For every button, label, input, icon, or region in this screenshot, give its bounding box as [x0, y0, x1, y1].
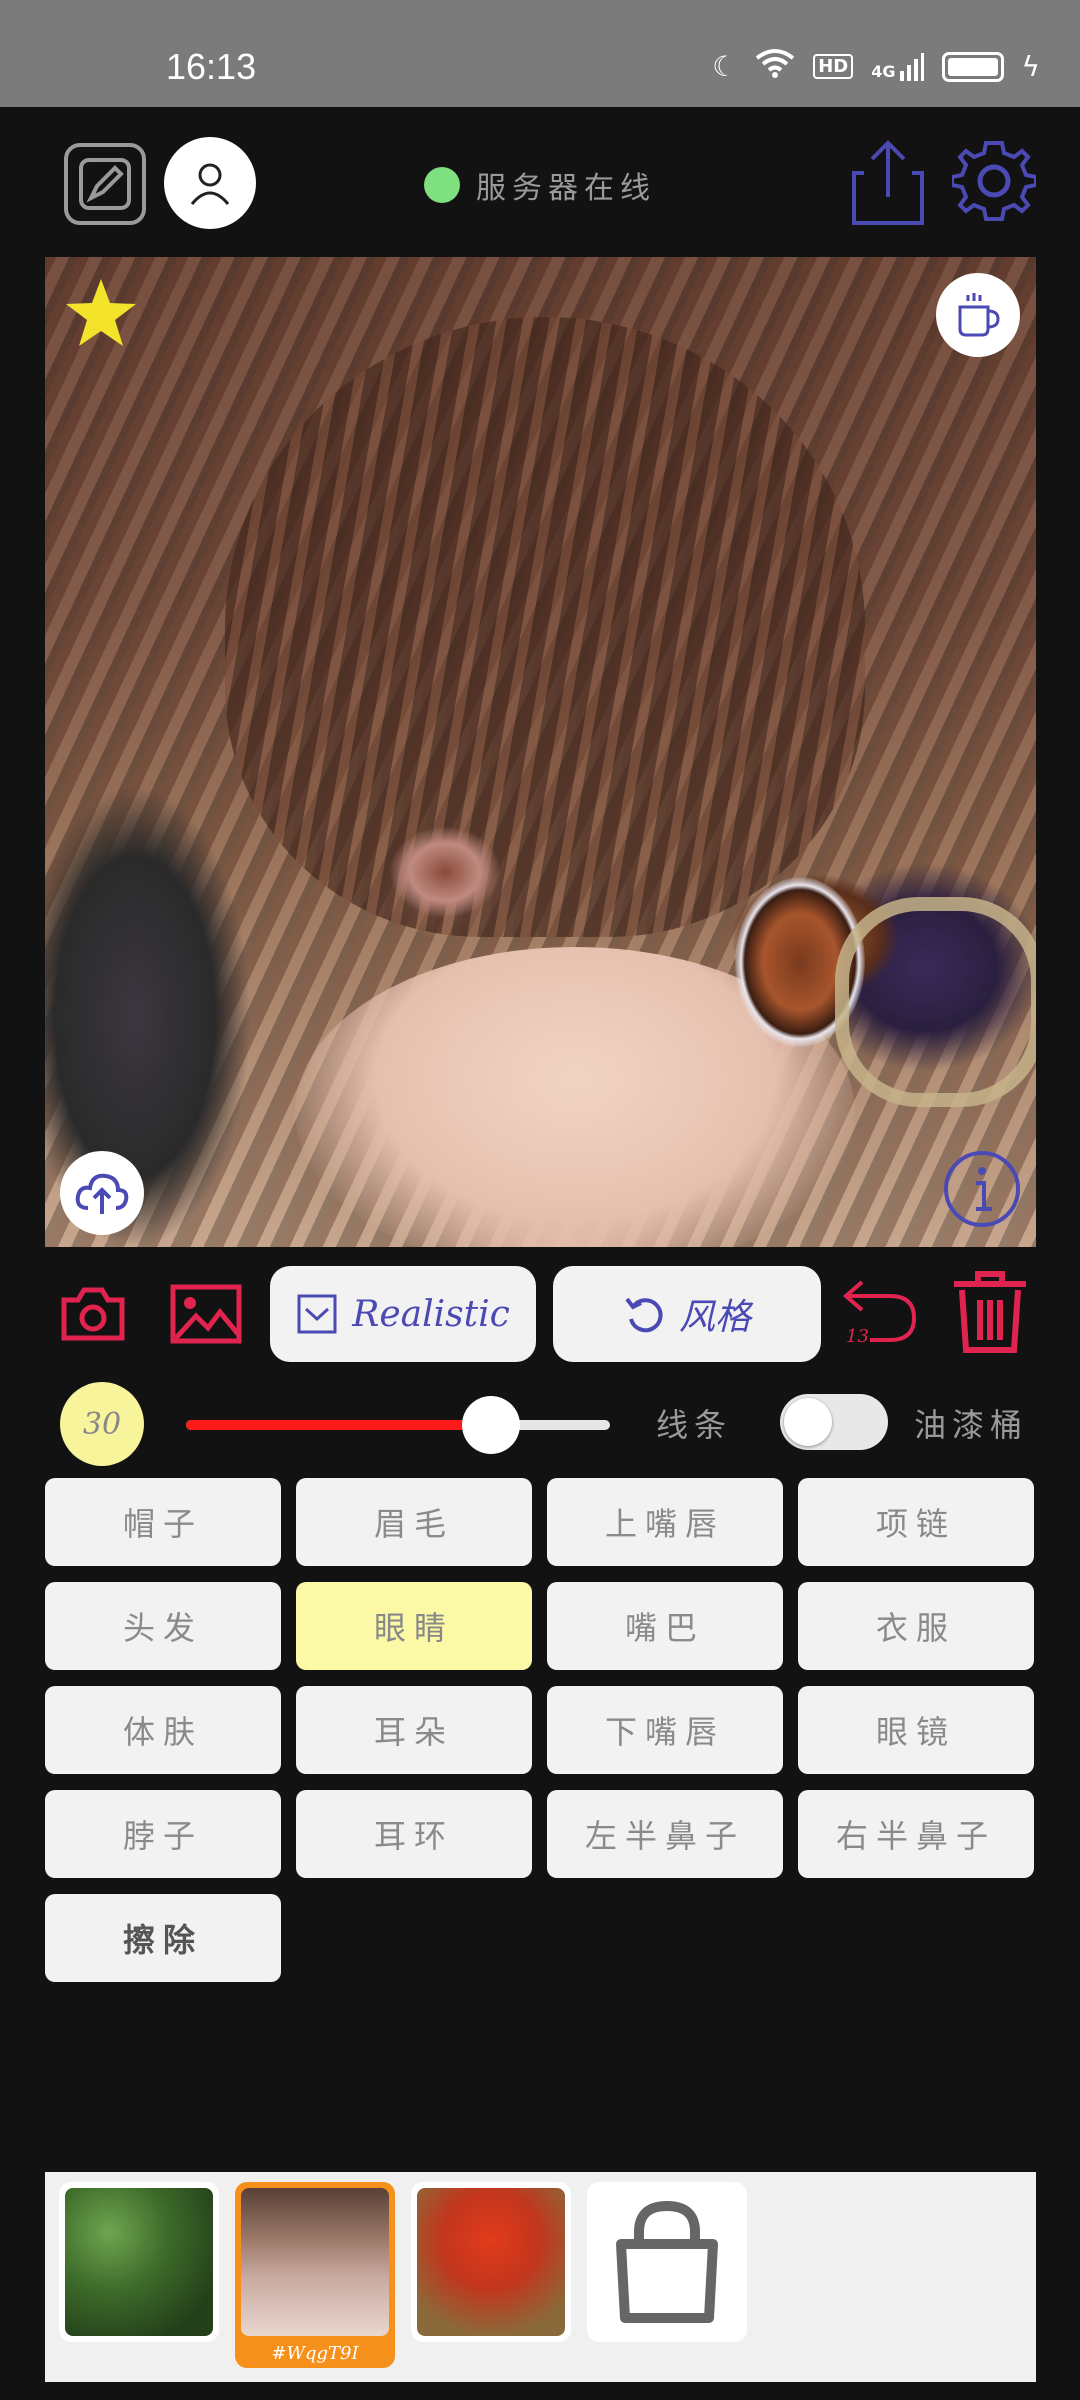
thumbnail-image — [417, 2188, 565, 2336]
part-button[interactable]: 眉毛 — [296, 1478, 532, 1566]
style-button[interactable]: 风格 — [553, 1266, 821, 1362]
editing-canvas[interactable] — [45, 257, 1036, 1247]
part-button[interactable]: 擦除 — [45, 1894, 281, 1982]
share-icon — [852, 140, 924, 225]
top-bar: 服务器在线 — [0, 107, 1080, 257]
thumbnail-item-active[interactable]: #WqgT9I — [235, 2182, 395, 2368]
part-button[interactable]: 脖子 — [45, 1790, 281, 1878]
upload-button[interactable] — [60, 1151, 144, 1235]
camera-button[interactable] — [60, 1286, 126, 1346]
brush-size-slider[interactable] — [186, 1396, 610, 1454]
slider-thumb[interactable] — [462, 1396, 521, 1454]
part-button[interactable]: 耳朵 — [296, 1686, 532, 1774]
coffee-button[interactable] — [936, 273, 1020, 357]
part-button[interactable]: 嘴巴 — [547, 1582, 783, 1670]
camera-icon — [61, 1287, 125, 1341]
part-button[interactable]: 衣服 — [798, 1582, 1034, 1670]
photo-eye-left — [390, 827, 500, 917]
online-dot — [424, 167, 460, 203]
brush-controls: 30 线条 油漆桶 — [0, 1376, 1080, 1466]
delete-button[interactable] — [950, 1270, 1030, 1358]
signal-icon: 4G — [871, 52, 924, 81]
part-button[interactable]: 帽子 — [45, 1478, 281, 1566]
part-button[interactable]: 耳环 — [296, 1790, 532, 1878]
user-avatar-button[interactable] — [164, 137, 256, 229]
thumbnail-image — [65, 2188, 213, 2336]
slider-fill — [186, 1420, 492, 1430]
image-icon — [170, 1284, 242, 1344]
server-status-label: 服务器在线 — [476, 171, 656, 206]
part-button[interactable]: 头发 — [45, 1582, 281, 1670]
thumbnail-image — [241, 2188, 389, 2336]
part-button[interactable]: 上嘴唇 — [547, 1478, 783, 1566]
store-button[interactable] — [587, 2182, 747, 2342]
part-button[interactable]: 右半鼻子 — [798, 1790, 1034, 1878]
photo-hair — [225, 317, 865, 937]
favorite-button[interactable] — [63, 275, 139, 355]
thumbnail-code: #WqgT9I — [271, 2343, 359, 2364]
thumbnail-item[interactable] — [411, 2182, 571, 2342]
share-button[interactable] — [850, 137, 926, 231]
status-icons: ☾ HD 4G ϟ — [712, 48, 1040, 85]
lines-label: 线条 — [656, 1406, 733, 1444]
part-button[interactable]: 左半鼻子 — [547, 1790, 783, 1878]
status-bar: 16:13 ☾ HD 4G ϟ — [0, 0, 1080, 107]
gear-icon — [950, 141, 1038, 221]
refresh-icon — [625, 1297, 663, 1333]
cloud-upload-icon — [75, 1173, 129, 1214]
thumbnail-item[interactable] — [59, 2182, 219, 2342]
style-label: 风格 — [678, 1297, 751, 1338]
bucket-toggle[interactable] — [780, 1394, 888, 1450]
info-button[interactable] — [942, 1149, 1022, 1233]
part-button[interactable]: 眼镜 — [798, 1686, 1034, 1774]
part-button[interactable]: 体肤 — [45, 1686, 281, 1774]
photo-glasses — [835, 897, 1036, 1107]
model-select-button[interactable]: Realistic — [270, 1266, 536, 1362]
status-time: 16:13 — [166, 46, 257, 87]
checkbox-icon — [297, 1294, 337, 1334]
hd-badge: HD — [813, 54, 854, 79]
network-type: 4G — [871, 61, 896, 81]
settings-button[interactable] — [950, 137, 1038, 225]
draw-mode-button[interactable] — [64, 143, 146, 225]
thumbnail-bar: #WqgT9I — [45, 2172, 1036, 2382]
server-status: 服务器在线 — [424, 163, 656, 207]
part-button[interactable]: 下嘴唇 — [547, 1686, 783, 1774]
part-button[interactable]: 眼睛 — [296, 1582, 532, 1670]
part-button[interactable]: 项链 — [798, 1478, 1034, 1566]
part-grid: 帽子 眉毛 上嘴唇 项链头发 眼睛 嘴巴 衣服体肤 耳朵 下嘴唇 眼镜脖子 耳环 左半鼻子 右半鼻子擦除 — [45, 1478, 1036, 1982]
bucket-label: 油漆桶 — [914, 1406, 1029, 1444]
pen-icon — [79, 158, 131, 210]
star-icon — [66, 279, 136, 346]
moon-icon: ☾ — [712, 50, 738, 83]
brush-size-indicator[interactable]: 30 — [60, 1382, 144, 1466]
undo-count: 13 — [846, 1326, 869, 1347]
tool-row: Realistic 风格 13 — [0, 1262, 1080, 1362]
shopping-bag-icon — [616, 2200, 718, 2323]
battery-icon — [941, 51, 1004, 82]
model-label: Realistic — [352, 1293, 510, 1335]
coffee-icon — [958, 293, 1000, 337]
info-icon — [944, 1151, 1020, 1227]
charging-icon: ϟ — [1021, 50, 1040, 83]
wifi-icon — [755, 48, 795, 85]
thumbnail-list: #WqgT9I — [59, 2182, 747, 2368]
gallery-button[interactable] — [170, 1284, 242, 1348]
user-icon — [190, 163, 230, 205]
trash-icon — [954, 1271, 1026, 1353]
toggle-knob — [784, 1398, 832, 1446]
